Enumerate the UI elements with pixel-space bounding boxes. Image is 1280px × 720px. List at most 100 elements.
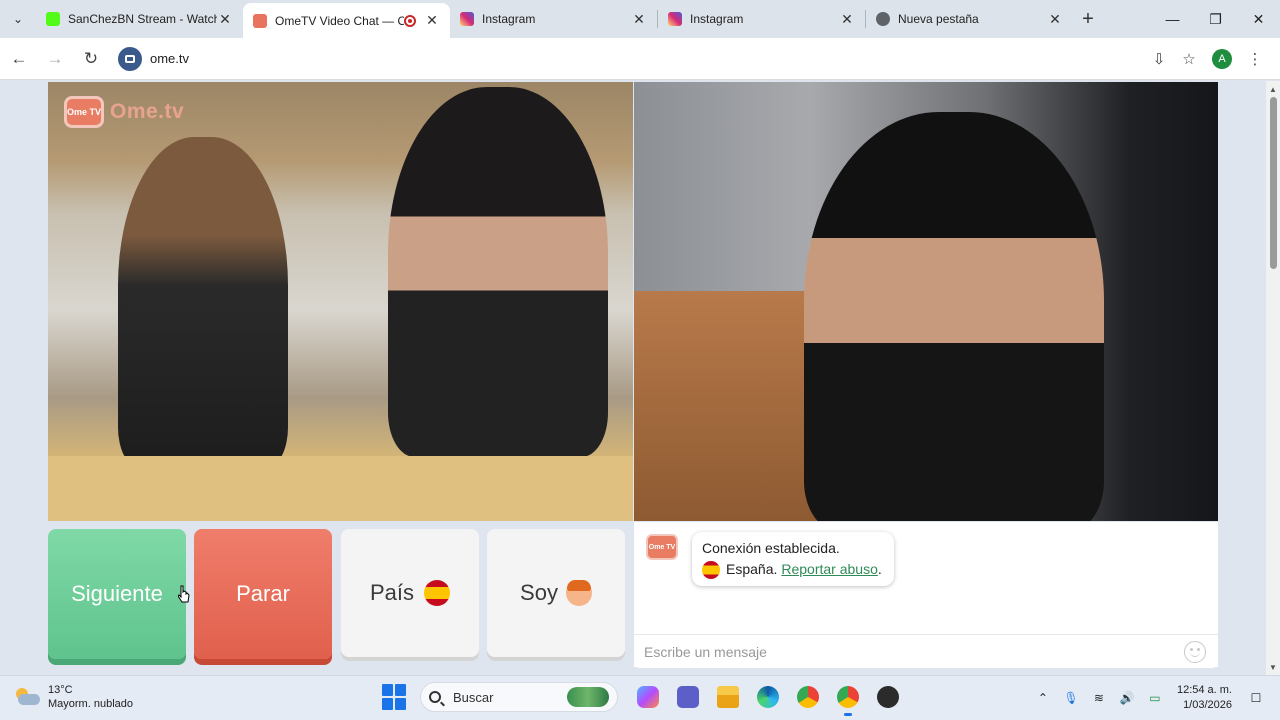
stop-button[interactable]: Parar — [194, 529, 332, 659]
chrome-profile-icon[interactable] — [832, 681, 864, 716]
battery-icon[interactable]: ▭ — [1143, 686, 1167, 710]
clock[interactable]: 12:54 a. m. 1/03/2026 — [1177, 683, 1232, 713]
self-video — [634, 82, 1218, 521]
copilot-icon[interactable] — [632, 681, 664, 713]
instagram-favicon-icon — [460, 12, 474, 26]
system-message-bubble: Conexión establecida. España. Reportar a… — [692, 532, 894, 586]
partner-video: Ome TV Ome.tv — [48, 82, 633, 521]
windows-start-icon[interactable] — [382, 684, 408, 710]
restore-icon[interactable]: ❐ — [1194, 0, 1237, 38]
system-tray: ⌃ 🎙 ≋ 🔊 ▭ 12:54 a. m. 1/03/2026 ☐ — [1029, 680, 1270, 716]
report-abuse-link[interactable]: Reportar abuso — [781, 559, 878, 580]
back-arrow-icon[interactable]: ← — [2, 42, 36, 76]
forward-arrow-icon[interactable]: → — [38, 42, 72, 76]
weather-condition: Mayorm. nublado — [48, 698, 133, 710]
close-window-icon[interactable]: ✕ — [1237, 0, 1280, 38]
notifications-icon[interactable]: ☐ — [1244, 686, 1268, 710]
tab-title: Nueva pestaña — [898, 12, 979, 26]
partner-person-left — [118, 137, 288, 467]
new-tab-plus-icon[interactable]: + — [1073, 3, 1103, 35]
clock-date: 1/03/2026 — [1183, 699, 1232, 711]
instagram-favicon-icon — [668, 12, 682, 26]
spain-flag-icon — [702, 560, 720, 579]
recording-indicator-icon — [404, 14, 416, 27]
message-bar — [634, 634, 1218, 668]
weather-temp: 13°C — [48, 684, 73, 696]
kick-favicon-icon — [46, 12, 60, 26]
taskbar-apps: Buscar — [378, 681, 908, 716]
mouse-pointer-icon — [178, 585, 190, 603]
teams-icon[interactable] — [672, 681, 704, 713]
ometv-watermark: Ome TV Ome.tv — [64, 96, 184, 128]
obs-studio-icon[interactable] — [872, 681, 904, 713]
weather-widget[interactable]: 13°C Mayorm. nublado — [14, 683, 133, 711]
gender-button-label: Soy — [520, 580, 558, 605]
tab-title: OmeTV Video Chat — O — [275, 13, 404, 28]
chrome-favicon-icon — [876, 12, 890, 26]
close-tab-icon[interactable]: ✕ — [631, 11, 647, 28]
install-app-icon[interactable]: ⇩ — [1144, 42, 1174, 76]
search-placeholder: Buscar — [453, 689, 494, 705]
emoji-smiley-icon[interactable] — [1184, 640, 1206, 663]
tab-instagram-1[interactable]: Instagram ✕ — [450, 3, 657, 35]
gender-select-button[interactable]: Soy — [487, 529, 625, 657]
scroll-up-arrow-icon[interactable]: ▲ — [1268, 85, 1278, 95]
tab-new-tab[interactable]: Nueva pestaña ✕ — [866, 3, 1073, 35]
camera-site-permission-icon[interactable] — [118, 46, 142, 71]
boy-emoji-icon — [565, 580, 592, 606]
minimize-icon[interactable]: — — [1151, 0, 1194, 38]
bookmark-star-icon[interactable]: ☆ — [1174, 42, 1204, 76]
windows-taskbar: 13°C Mayorm. nublado Buscar ⌃ 🎙 ≋ 🔊 ▭ 12… — [0, 675, 1280, 720]
report-suffix: . — [877, 561, 882, 577]
tab-title: Instagram — [482, 12, 536, 26]
browser-toolbar: ← → ↻ ome.tv ⇩ ☆ A ⋮ — [0, 38, 1280, 80]
tab-search-chevron-icon[interactable]: ⌄ — [0, 0, 36, 38]
country-line: España. Reportar abuso. — [702, 559, 882, 580]
ometv-brand-text: Ome.tv — [110, 100, 185, 123]
close-tab-icon[interactable]: ✕ — [424, 12, 440, 29]
address-bar[interactable]: ome.tv — [118, 43, 189, 75]
search-icon — [429, 691, 441, 703]
tab-sanchezbn[interactable]: SanChezBN Stream - Watch ✕ — [36, 3, 243, 35]
page-scrollbar[interactable]: ▲ ▼ — [1266, 81, 1280, 675]
close-tab-icon[interactable]: ✕ — [1047, 11, 1063, 28]
ometv-page: Ome TV Ome.tv Siguiente Parar País Soy O… — [0, 81, 1280, 675]
taskbar-search[interactable]: Buscar — [420, 682, 618, 712]
scroll-down-arrow-icon[interactable]: ▼ — [1268, 663, 1278, 673]
partner-person-right — [388, 87, 608, 457]
next-button[interactable]: Siguiente — [48, 529, 186, 659]
ometv-favicon-icon — [253, 13, 267, 28]
close-tab-icon[interactable]: ✕ — [839, 11, 855, 28]
message-input[interactable] — [644, 643, 1184, 660]
reload-icon[interactable]: ↻ — [74, 42, 108, 76]
close-tab-icon[interactable]: ✕ — [217, 11, 233, 28]
scrollbar-thumb[interactable] — [1270, 97, 1277, 269]
search-highlight-art — [567, 687, 609, 707]
chevron-up-icon[interactable]: ⌃ — [1031, 686, 1055, 710]
self-person — [804, 112, 1104, 521]
country-button-label: País — [369, 580, 415, 605]
wifi-icon[interactable]: ≋ — [1087, 686, 1111, 710]
tab-title: Instagram — [690, 12, 744, 26]
microphone-icon[interactable]: 🎙 — [1059, 686, 1083, 710]
file-explorer-icon[interactable] — [712, 681, 744, 713]
edge-icon[interactable] — [752, 681, 784, 713]
tab-ometv[interactable]: OmeTV Video Chat — O ✕ — [243, 3, 450, 38]
country-text: España. — [726, 561, 778, 577]
more-menu-icon[interactable]: ⋮ — [1240, 42, 1270, 76]
toolbar-right: ⇩ ☆ A ⋮ — [1144, 42, 1270, 76]
stop-button-label: Parar — [236, 581, 290, 606]
chrome-icon[interactable] — [792, 681, 824, 713]
ometv-chat-logo-icon: Ome TV — [646, 534, 678, 560]
tab-instagram-2[interactable]: Instagram ✕ — [658, 3, 865, 35]
browser-tab-strip: ⌄ SanChezBN Stream - Watch ✕ OmeTV Video… — [0, 0, 1280, 38]
country-filter-button[interactable]: País — [341, 529, 479, 657]
url-text: ome.tv — [150, 51, 190, 66]
speaker-icon[interactable]: 🔊 — [1115, 686, 1139, 710]
tab-title: SanChezBN Stream - Watch — [68, 12, 217, 26]
spain-flag-icon — [424, 580, 451, 606]
window-controls: — ❐ ✕ — [1151, 0, 1280, 38]
table-surface — [48, 456, 633, 521]
next-button-label: Siguiente — [71, 581, 163, 606]
profile-avatar[interactable]: A — [1212, 49, 1232, 69]
